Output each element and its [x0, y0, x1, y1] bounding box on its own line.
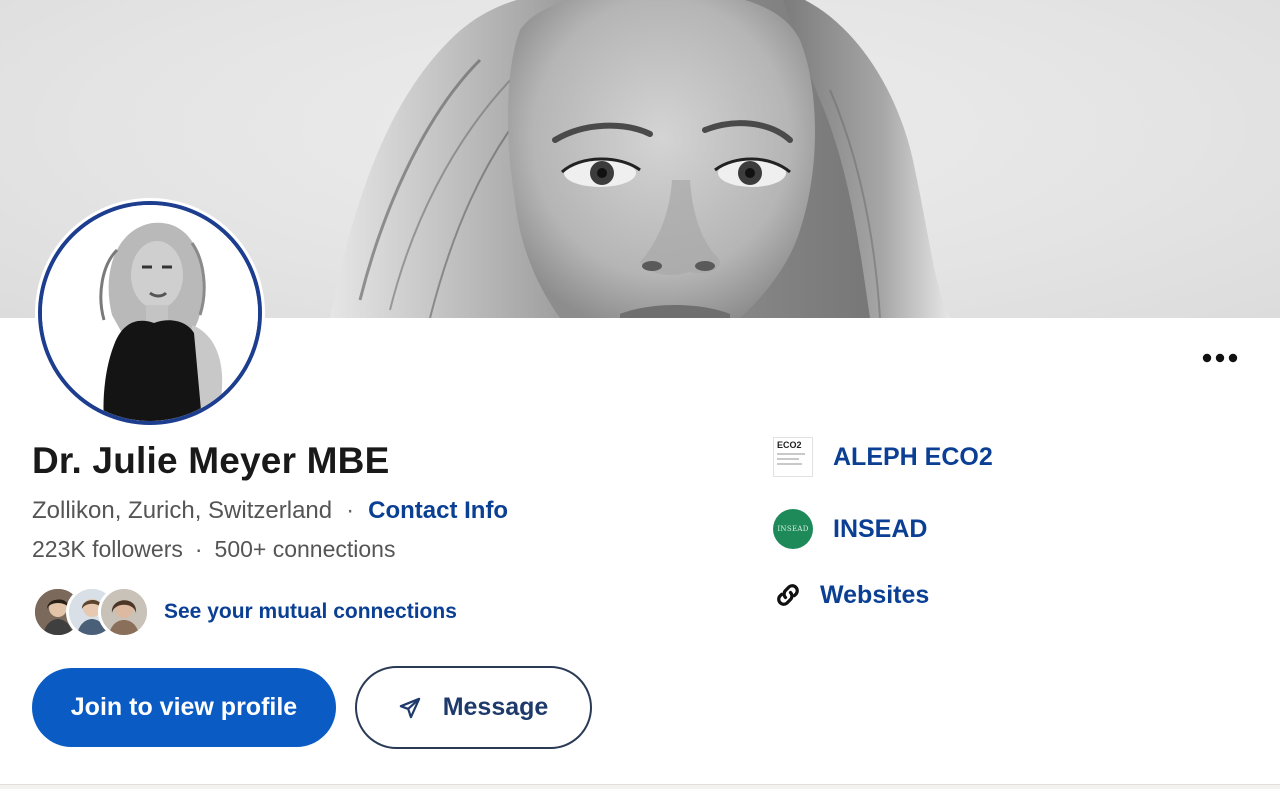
websites-label: Websites: [820, 580, 930, 609]
stats-line: 223K followers · 500+ connections: [32, 536, 395, 563]
mutual-avatar: [98, 586, 150, 638]
aleph-eco2-logo: ECO2: [773, 437, 813, 477]
message-button[interactable]: Message: [355, 666, 592, 749]
company-label: ALEPH ECO2: [833, 442, 993, 471]
insead-logo: INSEAD: [773, 509, 813, 549]
profile-avatar[interactable]: [38, 201, 262, 425]
separator-dot: ·: [194, 536, 203, 562]
connections-count: 500+ connections: [214, 536, 396, 562]
profile-card: Dr. Julie Meyer MBE Zollikon, Zurich, Sw…: [0, 0, 1280, 785]
more-options-button[interactable]: [1196, 340, 1244, 376]
followers-count: 223K followers: [32, 536, 183, 562]
location-text: Zollikon, Zurich, Switzerland: [32, 497, 333, 524]
link-icon: [773, 580, 803, 610]
location-line: Zollikon, Zurich, Switzerland · Contact …: [32, 497, 508, 525]
websites-link[interactable]: Websites: [773, 580, 929, 610]
mutual-connections-link[interactable]: See your mutual connections: [164, 600, 457, 624]
contact-info-link[interactable]: Contact Info: [368, 497, 508, 525]
mutual-connections[interactable]: See your mutual connections: [32, 586, 457, 638]
school-label: INSEAD: [833, 514, 928, 543]
logo-text: ECO2: [777, 440, 802, 450]
join-to-view-profile-button[interactable]: Join to view profile: [32, 668, 336, 747]
logo-text: INSEAD: [777, 525, 809, 533]
profile-name: Dr. Julie Meyer MBE: [32, 440, 390, 481]
more-horizontal-icon: [1202, 353, 1238, 363]
school-insead-link[interactable]: INSEAD INSEAD: [773, 509, 927, 549]
send-icon: [399, 697, 421, 719]
message-label: Message: [442, 693, 549, 721]
separator-dot: ·: [346, 497, 355, 524]
mutual-avatars: [32, 586, 150, 638]
company-aleph-eco2-link[interactable]: ECO2 ALEPH ECO2: [773, 437, 993, 477]
